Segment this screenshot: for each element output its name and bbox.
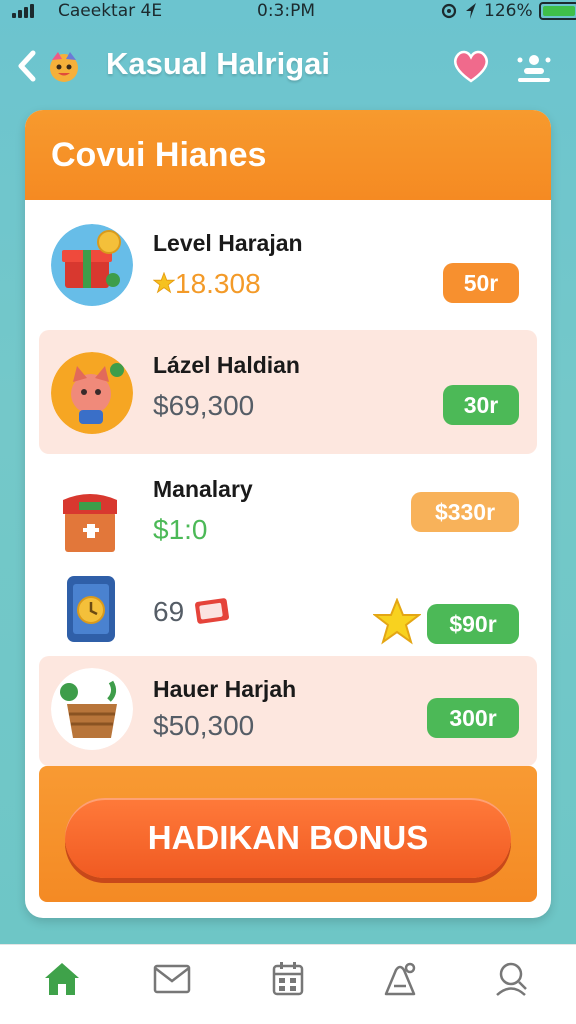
alarm-icon bbox=[441, 3, 457, 19]
list-item[interactable]: Lázel Haldian $69,300 30r bbox=[39, 330, 537, 454]
nav-calendar[interactable] bbox=[266, 957, 310, 1001]
mail-icon bbox=[153, 964, 191, 994]
home-icon bbox=[45, 963, 79, 995]
star-icon bbox=[152, 271, 176, 294]
rewards-card: Covui Hianes Level Harajan 18.308 50r Lá… bbox=[25, 110, 551, 918]
calendar-icon bbox=[272, 962, 304, 996]
app-header: Kasual Halrigai bbox=[0, 38, 576, 94]
list-item[interactable]: Level Harajan 18.308 50r bbox=[39, 202, 537, 326]
item-name: Level Harajan bbox=[153, 230, 303, 256]
item-value: $50,300 bbox=[153, 710, 255, 741]
card-header: Covui Hianes bbox=[25, 110, 551, 200]
item-value-text: 69 bbox=[153, 596, 185, 627]
bonus-button[interactable]: HADIKAN BONUS bbox=[65, 798, 511, 878]
claim-button[interactable]: $90r bbox=[427, 604, 519, 644]
nav-mail[interactable] bbox=[150, 957, 194, 1001]
card-title: Covui Hianes bbox=[51, 135, 267, 174]
clock: 0:3:PM bbox=[257, 1, 316, 21]
claim-button[interactable]: $330r bbox=[411, 492, 519, 532]
item-name: Hauer Harjah bbox=[153, 676, 297, 702]
battery-percent: 126% bbox=[484, 1, 533, 21]
profile-icon bbox=[496, 962, 527, 996]
battery-icon bbox=[538, 2, 576, 20]
app-logo-icon bbox=[50, 52, 78, 82]
item-value: $1:0 bbox=[153, 514, 208, 545]
nav-profile[interactable] bbox=[490, 957, 534, 1001]
location-arrow-icon bbox=[466, 3, 476, 19]
item-value: 69 bbox=[153, 596, 232, 628]
account-button[interactable] bbox=[512, 48, 556, 84]
heart-icon bbox=[454, 50, 488, 83]
ticket-icon bbox=[194, 598, 229, 624]
claim-button[interactable]: 30r bbox=[443, 385, 519, 425]
item-value-text: 18.308 bbox=[175, 268, 261, 299]
item-value: $69,300 bbox=[153, 390, 255, 421]
bonus-panel: HADIKAN BONUS bbox=[39, 766, 537, 902]
item-name: Lázel Haldian bbox=[153, 352, 300, 378]
item-value: 18.308 bbox=[152, 268, 261, 300]
fox-character-icon bbox=[51, 352, 133, 434]
item-name: Manalary bbox=[153, 476, 253, 502]
list-item[interactable]: 69 $90r bbox=[39, 544, 537, 668]
nav-home[interactable] bbox=[40, 957, 84, 1001]
basket-icon bbox=[51, 668, 133, 750]
list-item[interactable]: Hauer Harjah $50,300 300r bbox=[39, 656, 537, 766]
smartphone-icon bbox=[67, 576, 115, 642]
user-icon bbox=[517, 55, 551, 82]
favorite-button[interactable] bbox=[451, 48, 491, 84]
claim-button[interactable]: 50r bbox=[443, 263, 519, 303]
star-icon bbox=[373, 598, 421, 645]
chevron-left-icon bbox=[18, 50, 36, 82]
bottom-nav bbox=[0, 944, 576, 1024]
signal-icon bbox=[12, 4, 34, 18]
status-right: 126% bbox=[440, 1, 576, 21]
back-button[interactable] bbox=[12, 46, 42, 86]
nav-explore[interactable] bbox=[378, 957, 422, 1001]
status-bar: Caeektar 4E 0:3:PM 126% bbox=[0, 0, 576, 24]
claim-button[interactable]: 300r bbox=[427, 698, 519, 738]
carrier-label: Caeektar 4E bbox=[58, 1, 163, 21]
rocket-icon bbox=[384, 962, 416, 996]
gift-box-icon bbox=[51, 224, 133, 306]
page-title: Kasual Halrigai bbox=[106, 46, 330, 81]
